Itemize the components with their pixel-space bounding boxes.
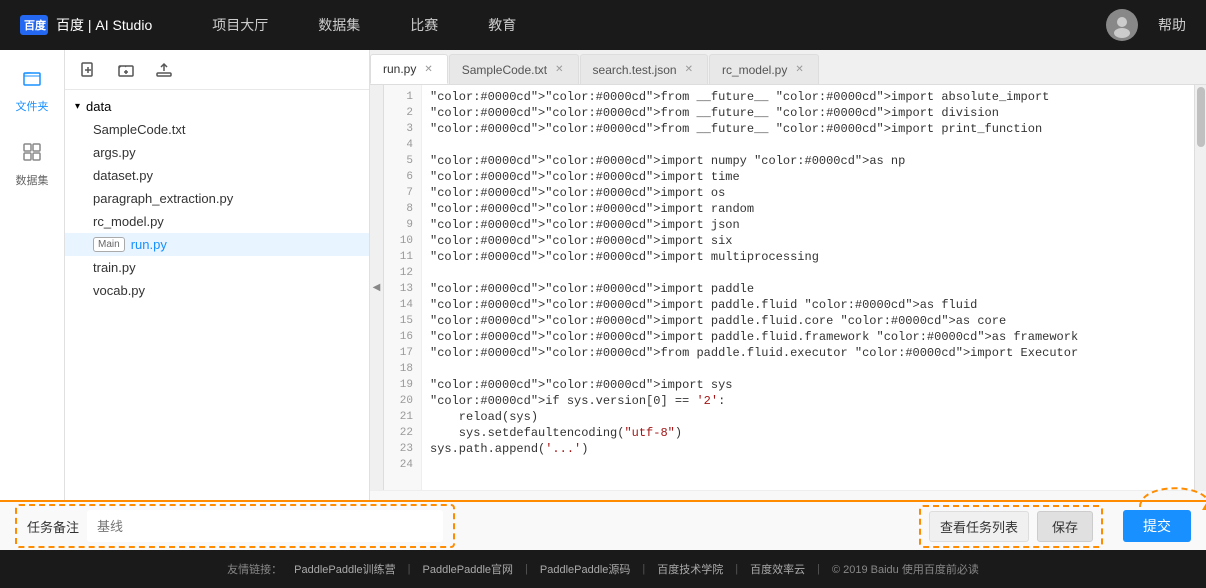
tab-samplecode-label: SampleCode.txt [462,63,547,77]
new-file-button[interactable] [75,57,101,83]
footer-paddletraining[interactable]: PaddlePaddle训练营 [294,561,396,577]
sidebar-files[interactable]: 文件夹 [12,60,52,114]
bottom-bar: 任务备注 查看任务列表 保存 提交 [0,500,1206,550]
task-note-label: 任务备注 [27,517,79,536]
nav-item-education[interactable]: 教育 [488,15,516,35]
save-button[interactable]: 保存 [1037,511,1093,542]
sidebar-datasets[interactable]: 数据集 [12,134,52,188]
logo-text: 百度 | AI Studio [56,15,152,35]
action-dashed-box: 查看任务列表 保存 [919,505,1103,548]
folder-arrow-icon: ▾ [75,101,80,112]
sidebar-datasets-label: 数据集 [16,172,49,188]
logo: 百度 百度 | AI Studio [20,15,152,35]
code-content: ◀ 12345678910111213141516171819202122232… [370,85,1206,490]
nav-item-datasets[interactable]: 数据集 [318,15,360,35]
line-numbers: 123456789101112131415161718192021222324 [384,85,422,490]
footer-techacademy[interactable]: 百度技术学院 [657,561,723,577]
new-folder-button[interactable] [113,57,139,83]
tab-searchtest-close[interactable]: ✕ [683,63,695,76]
footer: 友情链接： PaddlePaddle训练营 | PaddlePaddle官网 |… [0,550,1206,588]
folder-icon [23,69,41,87]
tab-rcmodel-label: rc_model.py [722,63,787,77]
editor-area: run.py ✕ SampleCode.txt ✕ search.test.js… [370,50,1206,500]
avatar[interactable] [1106,9,1138,41]
footer-paddlesource[interactable]: PaddlePaddle源码 [540,561,631,577]
grid-icon [23,143,41,161]
file-toolbar [65,50,369,90]
file-vocab[interactable]: vocab.py [65,279,369,302]
vertical-scrollbar[interactable] [1194,85,1206,490]
task-input-dashed-box: 任务备注 [15,504,455,548]
tab-runpy-label: run.py [383,62,416,76]
code-editor[interactable]: "color:#0000cd">"color:#0000cd">from __f… [422,85,1194,490]
file-train[interactable]: train.py [65,256,369,279]
tabs-bar: run.py ✕ SampleCode.txt ✕ search.test.js… [370,50,1206,85]
help-link[interactable]: 帮助 [1158,15,1186,35]
main-badge: Main [93,237,125,252]
tab-samplecode-close[interactable]: ✕ [553,63,565,76]
nav-item-projects[interactable]: 项目大厅 [212,15,268,35]
upload-button[interactable] [151,57,177,83]
sidebar-files-label: 文件夹 [16,98,49,114]
nav-right: 帮助 [1106,9,1186,41]
folder-name: data [86,99,111,114]
tab-runpy-close[interactable]: ✕ [422,63,434,76]
horizontal-scrollbar[interactable] [370,490,1206,500]
main-area: 文件夹 数据集 [0,50,1206,500]
baseline-input[interactable] [87,510,443,542]
file-args[interactable]: args.py [65,141,369,164]
top-navigation: 百度 百度 | AI Studio 项目大厅 数据集 比赛 教育 帮助 [0,0,1206,50]
tab-rcmodel[interactable]: rc_model.py ✕ [709,54,819,84]
footer-efficiency[interactable]: 百度效率云 [750,561,805,577]
new-folder-icon [118,62,134,78]
footer-prefix: 友情链接： [227,561,282,577]
tab-runpy[interactable]: run.py ✕ [370,54,448,84]
file-rcmodel[interactable]: rc_model.py [65,210,369,233]
file-list: ▾ data SampleCode.txt args.py dataset.py… [65,90,369,500]
svg-text:百度: 百度 [24,18,47,32]
file-run-name: run.py [131,237,167,252]
upload-icon [156,62,172,78]
nav-item-competition[interactable]: 比赛 [410,15,438,35]
file-dataset[interactable]: dataset.py [65,164,369,187]
sidebar: 文件夹 数据集 [0,50,65,500]
collapse-handle[interactable]: ◀ [370,85,384,490]
nav-items: 项目大厅 数据集 比赛 教育 [212,15,1106,35]
footer-copyright: © 2019 Baidu 使用百度前必读 [832,561,979,577]
submit-button[interactable]: 提交 [1123,510,1191,542]
tab-samplecode[interactable]: SampleCode.txt ✕ [449,54,579,84]
view-task-list-button[interactable]: 查看任务列表 [929,511,1029,542]
file-runpy[interactable]: Main run.py [65,233,369,256]
scrollbar-thumb[interactable] [1197,87,1205,147]
user-avatar-icon [1108,11,1136,39]
tab-searchtest[interactable]: search.test.json ✕ [580,54,708,84]
tab-rcmodel-close[interactable]: ✕ [793,63,805,76]
file-paragraph[interactable]: paragraph_extraction.py [65,187,369,210]
baidu-logo-icon: 百度 [20,15,48,35]
file-panel: ▾ data SampleCode.txt args.py dataset.py… [65,50,370,500]
folder-data[interactable]: ▾ data [65,95,369,118]
tab-searchtest-label: search.test.json [593,63,677,77]
new-file-icon [80,62,96,78]
file-samplecode[interactable]: SampleCode.txt [65,118,369,141]
footer-paddleofficial[interactable]: PaddlePaddle官网 [423,561,514,577]
